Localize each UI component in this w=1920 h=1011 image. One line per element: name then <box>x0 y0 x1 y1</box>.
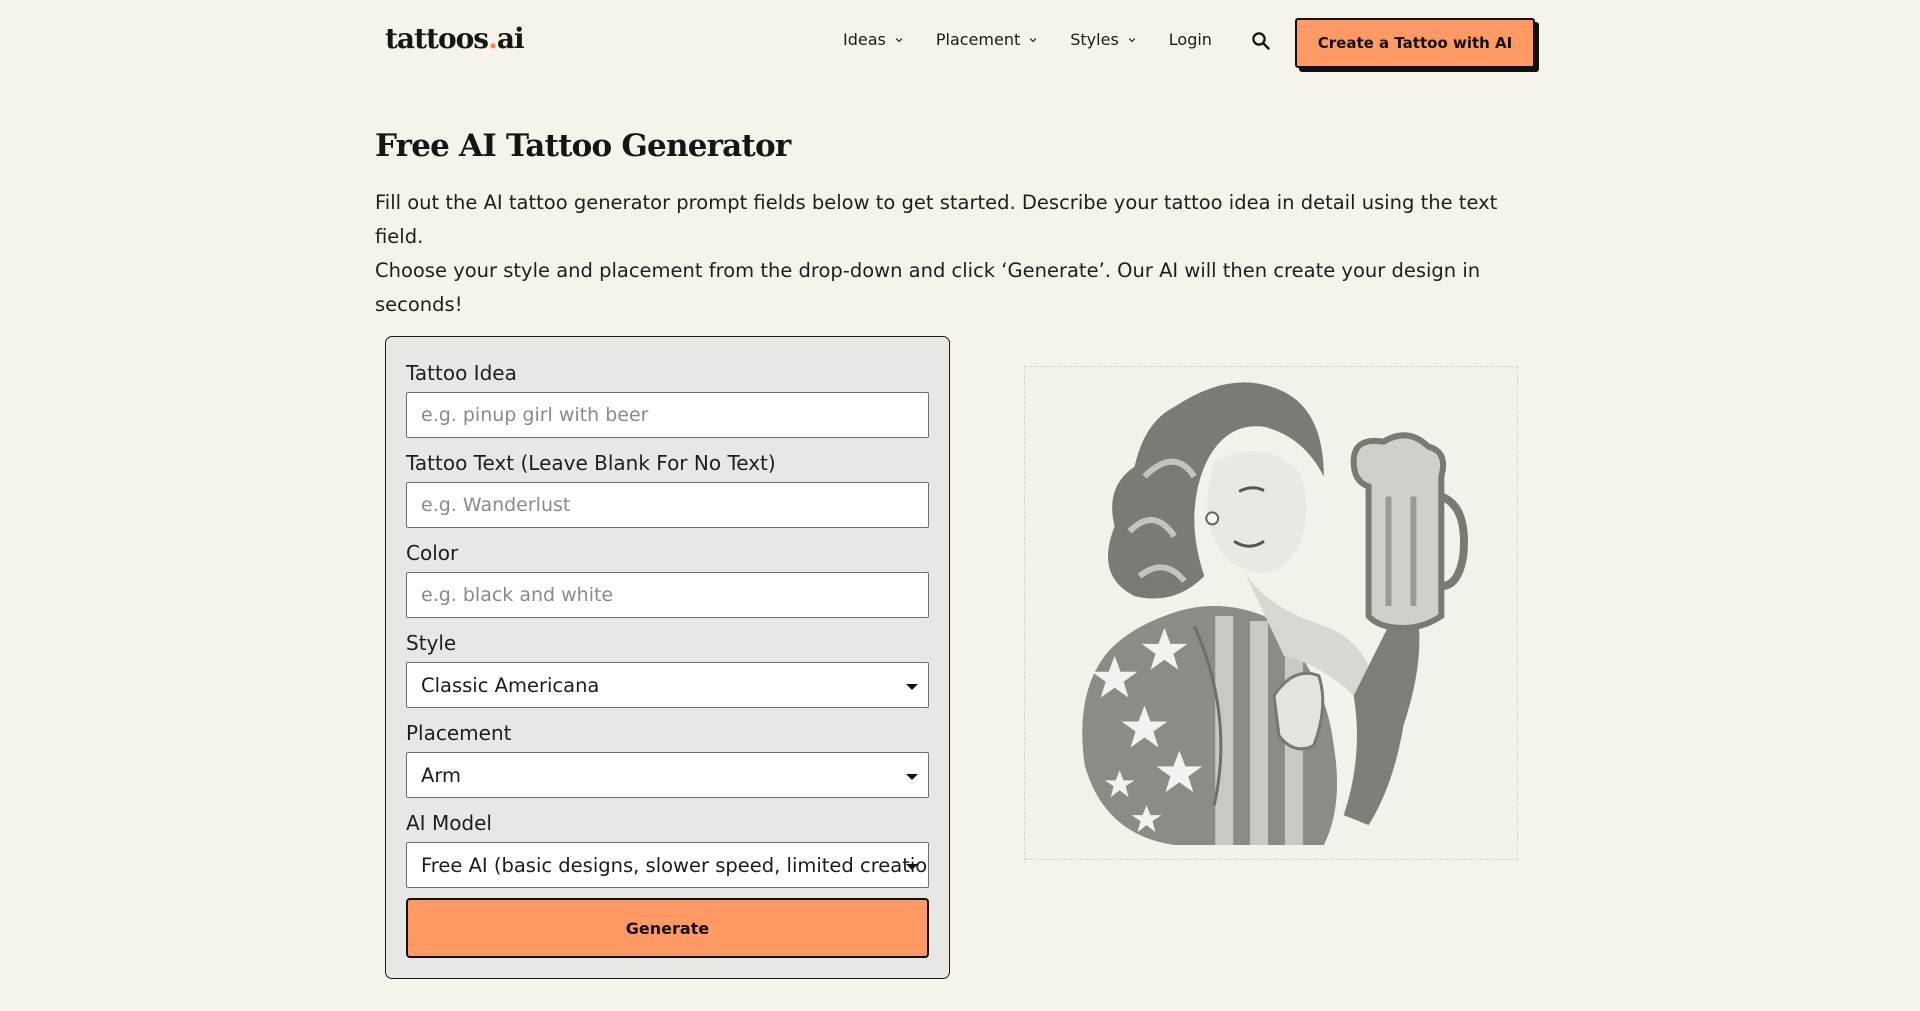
logo-suffix: ai <box>496 22 525 55</box>
logo-main: tattoos <box>385 22 489 55</box>
tattoo-text-label: Tattoo Text (Leave Blank For No Text) <box>406 451 776 475</box>
chevron-down-icon <box>1030 37 1037 42</box>
page-title: Free AI Tattoo Generator <box>375 128 791 164</box>
tattoo-idea-label: Tattoo Idea <box>406 361 517 385</box>
pinup-illustration-icon <box>1082 382 1468 846</box>
placement-label: Placement <box>406 721 512 745</box>
caret-down-icon <box>906 774 918 780</box>
style-select[interactable]: Classic Americana <box>406 662 929 708</box>
chevron-down-icon <box>1128 37 1135 42</box>
intro-line-1: Fill out the AI tattoo generator prompt … <box>375 191 1498 248</box>
color-label: Color <box>406 541 459 565</box>
site-header: tattoos.ai Ideas Placement Styles Login … <box>0 0 1920 84</box>
nav-ideas-label: Ideas <box>843 30 886 49</box>
ai-model-select[interactable]: Free AI (basic designs, slower speed, li… <box>406 842 929 888</box>
ai-model-label: AI Model <box>406 811 492 835</box>
style-label: Style <box>406 631 457 655</box>
tattoo-text-input[interactable] <box>406 482 929 528</box>
nav-login-label: Login <box>1168 30 1212 49</box>
placement-select[interactable]: Arm <box>406 752 929 798</box>
style-selected: Classic Americana <box>421 673 600 697</box>
intro-text: Fill out the AI tattoo generator prompt … <box>375 186 1545 322</box>
nav-placement-label: Placement <box>935 30 1021 49</box>
nav-login[interactable]: Login <box>1169 30 1212 49</box>
intro-line-2: Choose your style and placement from the… <box>375 259 1481 316</box>
generate-button[interactable]: Generate <box>406 898 929 958</box>
search-icon[interactable] <box>1251 31 1271 51</box>
nav-styles-label: Styles <box>1070 30 1119 49</box>
chevron-down-icon <box>895 37 903 42</box>
color-input[interactable] <box>406 572 929 618</box>
preview-image <box>1024 366 1518 860</box>
tattoo-idea-input[interactable] <box>406 392 929 438</box>
nav-styles[interactable]: Styles <box>1070 30 1136 49</box>
ai-model-selected: Free AI (basic designs, slower speed, li… <box>421 853 929 877</box>
nav-ideas[interactable]: Ideas <box>843 30 903 49</box>
placement-selected: Arm <box>421 763 462 787</box>
create-tattoo-button[interactable]: Create a Tattoo with AI <box>1295 18 1535 68</box>
caret-down-icon <box>906 864 918 870</box>
logo[interactable]: tattoos.ai <box>385 22 525 55</box>
nav-placement[interactable]: Placement <box>936 30 1037 49</box>
logo-dot: . <box>488 22 498 55</box>
generator-form: Tattoo Idea Tattoo Text (Leave Blank For… <box>385 336 950 979</box>
caret-down-icon <box>906 684 918 690</box>
main-nav: Ideas Placement Styles Login <box>843 30 1212 49</box>
